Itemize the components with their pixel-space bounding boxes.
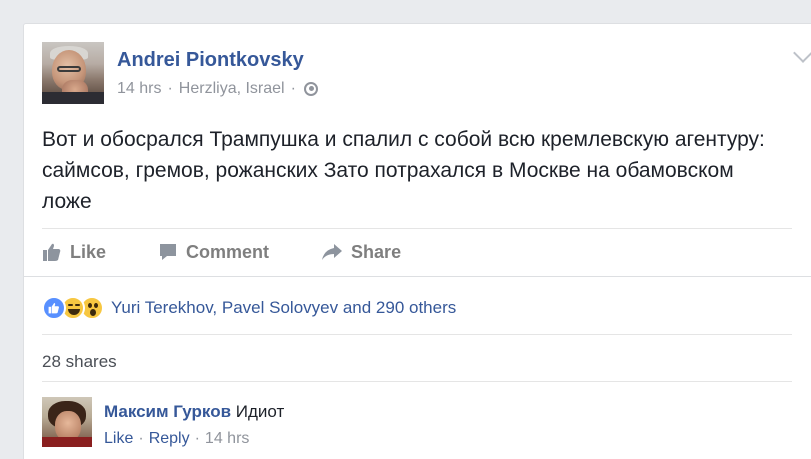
like-label: Like — [70, 241, 107, 262]
comment-author[interactable]: Максим Гурков — [104, 402, 231, 421]
share-arrow-icon — [322, 244, 343, 260]
comment-time[interactable]: 14 hrs — [205, 430, 249, 448]
author-avatar[interactable] — [42, 42, 104, 104]
post-text: Вот и обосрался Трампушка и спалил с соб… — [42, 128, 765, 213]
meta-separator: · — [138, 430, 144, 447]
post-location[interactable]: Herzliya, Israel — [179, 80, 285, 98]
thumbs-up-icon — [43, 243, 61, 261]
share-button[interactable]: Share — [321, 237, 401, 267]
reaction-names[interactable]: Yuri Terekhov, Pavel Solovyev and 290 ot… — [111, 298, 456, 318]
reaction-names-text: Yuri Terekhov, Pavel Solovyev and 290 ot… — [111, 298, 457, 317]
commenter-avatar[interactable] — [42, 397, 92, 447]
post-card: Andrei Piontkovsky 14 hrs · Herzliya, Is… — [23, 23, 811, 459]
divider — [42, 334, 792, 335]
comment-reply-link[interactable]: Reply — [149, 430, 190, 448]
meta-separator: · — [290, 80, 296, 97]
chevron-down-icon[interactable] — [793, 43, 811, 63]
share-label: Share — [351, 241, 402, 262]
post-actions: Like Comment Share — [42, 237, 453, 267]
shares-count[interactable]: 28 shares — [42, 352, 117, 372]
post-time[interactable]: 14 hrs — [117, 80, 161, 98]
comment-label: Comment — [186, 241, 270, 262]
globe-icon — [303, 82, 318, 96]
like-button[interactable]: Like — [42, 237, 106, 267]
comment-button[interactable]: Comment — [158, 237, 269, 267]
post-meta: 14 hrs · Herzliya, Israel · — [117, 80, 318, 98]
comment-like-link[interactable]: Like — [104, 430, 133, 448]
reactions-summary[interactable]: Yuri Terekhov, Pavel Solovyev and 290 ot… — [42, 294, 456, 322]
meta-separator: · — [167, 80, 173, 97]
comment-text: Идиот — [235, 402, 285, 421]
comment-meta: Like · Reply · 14 hrs — [104, 430, 249, 448]
comment-bubble-icon — [160, 244, 177, 260]
post-author-name[interactable]: Andrei Piontkovsky — [117, 49, 304, 72]
divider — [24, 276, 811, 277]
like-icon — [42, 296, 66, 320]
divider — [42, 228, 792, 229]
divider — [42, 381, 792, 382]
meta-separator: · — [194, 430, 200, 447]
comment-body: Максим Гурков Идиот — [104, 402, 284, 422]
